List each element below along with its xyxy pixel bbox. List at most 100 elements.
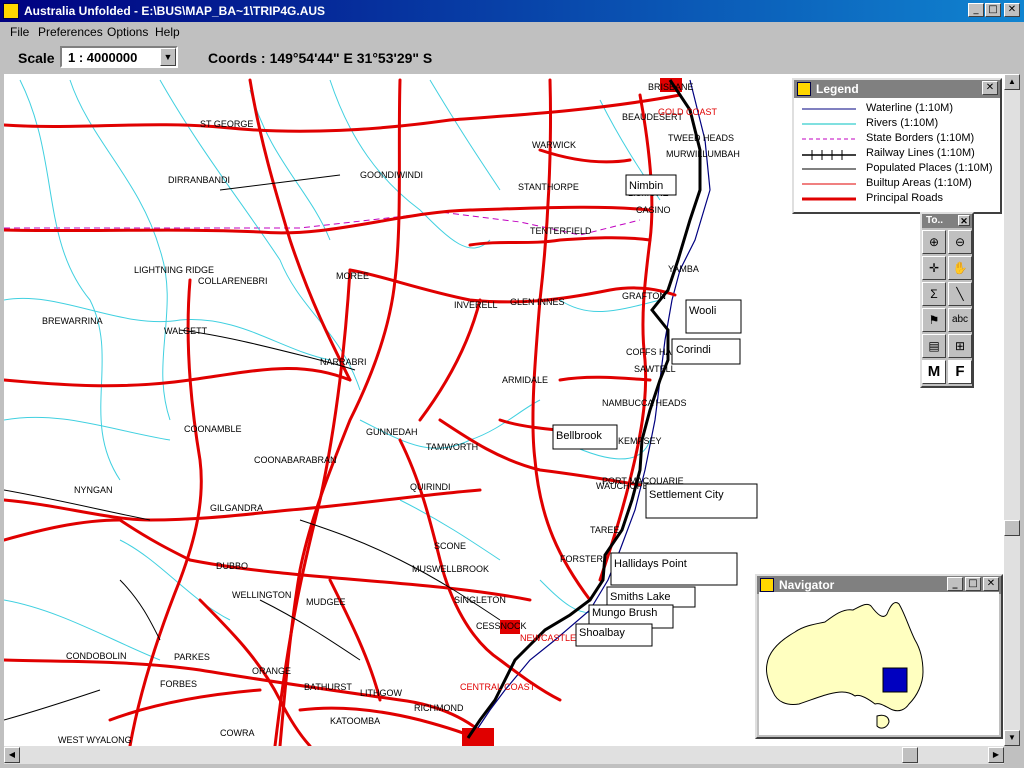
place-label: LIGHTNING RIDGE [134,265,214,275]
crosshair-icon[interactable]: ✛ [922,256,946,280]
scroll-up-icon[interactable]: ▲ [1004,74,1020,90]
scroll-down-icon[interactable]: ▼ [1004,730,1020,746]
place-label: WEST WYALONG [58,735,132,745]
zoom-out-icon[interactable]: ⊖ [948,230,972,254]
place-label: GOONDIWINDI [360,170,423,180]
callout-label: Mungo Brush [592,607,657,619]
place-label: CONDOBOLIN [66,651,127,661]
place-label: TAREE [590,525,619,535]
scale-select[interactable]: 1 : 4000000 ▼ [60,46,178,68]
flag-icon[interactable]: ⚑ [922,308,946,332]
place-label: COONABARABRAN [254,455,337,465]
legend-titlebar[interactable]: Legend ✕ [794,80,1000,98]
australia-map[interactable] [759,592,999,735]
place-label: WARWICK [532,140,576,150]
menu-options[interactable]: Options [107,25,148,39]
menu-help[interactable]: Help [155,25,180,39]
place-label: BREWARRINA [42,316,103,326]
place-label: BATHURST [304,682,352,692]
ruler-icon[interactable]: ⊞ [948,334,972,358]
legend-swatch [802,138,856,140]
maximize-button[interactable]: □ [985,3,1001,17]
legend-close-button[interactable]: ✕ [982,81,998,95]
callout-label: Nimbin [629,180,663,192]
close-button[interactable]: ✕ [1004,3,1020,17]
scroll-left-icon[interactable]: ◀ [4,747,20,763]
minimize-button[interactable]: _ [968,3,984,17]
scroll-right-icon[interactable]: ▶ [988,747,1004,763]
pan-hand-icon[interactable]: ✋ [948,256,972,280]
legend-item-populated-places: Populated Places (1:10M) [800,162,1000,177]
place-label: COONAMBLE [184,424,242,434]
legend-item-waterline: Waterline (1:10M) [800,102,1000,117]
callouts: Nimbin Wooli Corindi Bellbrook Settlemen… [552,174,758,647]
line-tool-icon[interactable]: ╲ [948,282,972,306]
viewport-indicator [882,667,908,693]
callout-label: Smiths Lake [610,591,671,603]
tasmania-outline [876,714,890,729]
legend-item-label: Rivers (1:10M) [866,117,939,129]
place-label: GOLD COAST [658,107,718,117]
place-label: GRAFTON [622,291,666,301]
legend-swatch [802,123,856,125]
place-label: FORBES [160,679,197,689]
place-label: MUSWELLBROOK [412,564,489,574]
legend-item-rivers: Rivers (1:10M) [800,117,1000,132]
app-icon[interactable] [3,3,19,19]
place-label: ARMIDALE [502,375,548,385]
menu-preferences[interactable]: Preferences [38,25,103,39]
coords-readout: Coords :149°54'44" E 31°53'29" S [204,50,432,66]
legend-swatch [802,183,856,185]
legend-swatch [802,150,856,160]
tools-titlebar[interactable]: To.. ✕ [922,214,972,228]
navigator-view[interactable] [759,592,999,735]
route-icon[interactable]: Σ [922,282,946,306]
vertical-scrollbar[interactable]: ▲ ▼ [1004,74,1020,746]
menu-bar: File Preferences Options Help [0,22,1024,42]
legend-title: Legend [816,82,859,96]
clipboard-icon[interactable]: ▤ [922,334,946,358]
legend-item-label: Waterline (1:10M) [866,102,954,114]
navigator-panel: Navigator _ □ ✕ [755,574,1003,739]
legend-item-label: State Borders (1:10M) [866,132,975,144]
horizontal-scroll-thumb[interactable] [902,747,918,763]
place-label: GUNNEDAH [366,427,418,437]
tools-title: To.. [926,215,944,226]
menu-file[interactable]: File [10,25,29,39]
tools-close-icon[interactable]: ✕ [958,215,970,226]
legend-swatch [802,108,856,110]
horizontal-scrollbar[interactable]: ◀ ▶ [4,746,1004,764]
callout-label: Wooli [689,305,716,317]
tools-palette: To.. ✕ ⊕ ⊖ ✛ ✋ Σ ╲ ⚑ abc ▤ ⊞ M F [920,212,974,388]
text-tool-icon[interactable]: abc [948,308,972,332]
zoom-in-icon[interactable]: ⊕ [922,230,946,254]
place-label: YAMBA [668,264,699,274]
callout-label: Corindi [676,344,711,356]
place-label: TWEED HEADS [668,133,734,143]
scale-label: Scale [18,50,55,66]
place-label: GILGANDRA [210,503,263,513]
legend-item-principal-roads: Principal Roads [800,192,1000,207]
coords-value: 149°54'44" E 31°53'29" S [269,50,433,66]
place-label: MUDGEE [306,597,346,607]
vertical-scroll-thumb[interactable] [1004,520,1020,536]
legend-item-label: Railway Lines (1:10M) [866,147,975,159]
title-bar: Australia Unfolded - E:\BUS\MAP_BA~1\TRI… [0,0,1024,22]
m-button[interactable]: M [922,360,946,384]
place-label: COLLARENEBRI [198,276,268,286]
dropdown-arrow-icon[interactable]: ▼ [160,48,176,66]
legend-item-state-borders: State Borders (1:10M) [800,132,1000,147]
place-label: ORANGE [252,666,291,676]
australia-outline [766,601,924,712]
place-label: TENTERFIELD [530,226,592,236]
place-label: CENTRAL COAST [460,682,536,692]
place-label: STANTHORPE [518,182,579,192]
navigator-close-button[interactable]: ✕ [983,577,999,591]
navigator-window-icon [760,578,774,592]
place-label: GLEN INNES [510,297,565,307]
place-label: INVERELL [454,300,498,310]
f-button[interactable]: F [948,360,972,384]
navigator-minimize-button[interactable]: _ [947,577,963,591]
navigator-maximize-button[interactable]: □ [965,577,981,591]
place-label: NYNGAN [74,485,113,495]
